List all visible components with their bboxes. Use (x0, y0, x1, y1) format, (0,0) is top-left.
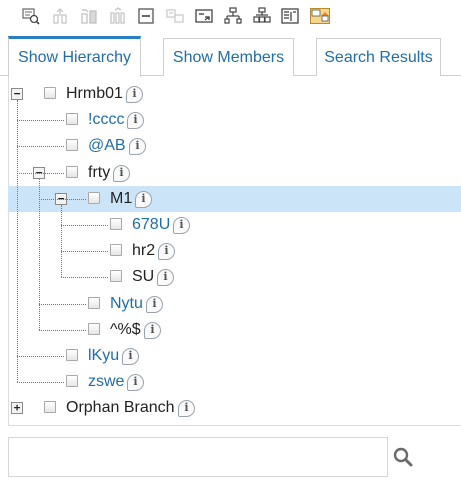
tree-row[interactable]: @AB i (8, 133, 461, 159)
tab-show-hierarchy[interactable]: Show Hierarchy (8, 36, 141, 77)
info-glyph: i (119, 165, 124, 179)
hierarchy-tree: − Hrmb01 i !cccc i @AB i − frty i − M1 i 678U i hr2 i SU i… (8, 76, 461, 426)
tree-node-label[interactable]: ^%$ (110, 321, 141, 339)
node-checkbox[interactable] (110, 218, 122, 230)
tree-connector (17, 100, 18, 383)
tree-row[interactable]: !cccc i (8, 107, 461, 133)
info-glyph: i (133, 375, 138, 389)
node-checkbox[interactable] (110, 270, 122, 283)
tree-border-bottom (8, 425, 461, 426)
info-icon[interactable]: i (158, 243, 175, 261)
info-icon[interactable]: i (135, 190, 152, 208)
tree-node-label[interactable]: hr2 (132, 242, 155, 260)
info-icon[interactable]: i (146, 295, 163, 313)
move-down-icon[interactable] (109, 7, 127, 25)
tree-row[interactable]: + Orphan Branch i (8, 395, 461, 421)
tree-node-label[interactable]: SU (132, 268, 154, 286)
zoom-tree-icon[interactable] (22, 7, 40, 25)
tree-connector (61, 251, 108, 253)
tree-connector (17, 356, 64, 357)
tree-node-label[interactable]: Hrmb01 (66, 85, 123, 103)
move-in-icon[interactable] (80, 7, 98, 25)
node-checkbox[interactable] (110, 244, 122, 257)
info-icon[interactable]: i (173, 217, 190, 234)
tree-connector (61, 277, 108, 279)
tree-connector (17, 172, 64, 174)
tab-bar: Show Hierarchy Show Members Search Resul… (0, 36, 461, 77)
expand-toggle[interactable]: + (11, 402, 23, 415)
info-icon[interactable]: i (113, 164, 130, 182)
expand-disabled-icon[interactable] (166, 7, 184, 25)
collapse-toggle[interactable]: − (11, 88, 23, 100)
info-glyph: i (133, 113, 138, 127)
tree-node-label[interactable]: !cccc (88, 111, 124, 129)
tree-node-label[interactable]: frty (88, 164, 110, 182)
info-icon[interactable]: i (129, 138, 146, 156)
tree-connector (39, 303, 86, 305)
tree-row[interactable]: zswe i (8, 369, 461, 395)
node-checkbox[interactable] (66, 139, 78, 152)
move-up-icon[interactable] (51, 7, 69, 25)
info-glyph: i (184, 401, 189, 415)
tree-node-label[interactable]: 678U (132, 216, 170, 234)
tree-connector (39, 178, 40, 330)
tree-connector (61, 204, 62, 278)
info-icon[interactable]: i (126, 86, 143, 103)
info-glyph: i (135, 139, 140, 153)
info-glyph: i (152, 296, 157, 310)
tree-node-label[interactable]: @AB (88, 137, 126, 155)
tree-node-label[interactable]: zswe (88, 373, 124, 391)
info-icon[interactable]: i (144, 321, 161, 339)
tree-connector (17, 146, 64, 148)
node-checkbox[interactable] (44, 87, 56, 99)
info-glyph: i (141, 191, 146, 205)
tree-connector (17, 120, 64, 122)
node-checkbox[interactable] (66, 113, 78, 126)
info-icon[interactable]: i (157, 269, 174, 287)
info-icon[interactable]: i (127, 112, 144, 130)
tree-connector (17, 382, 64, 384)
info-icon[interactable]: i (127, 374, 144, 392)
toolbar (0, 0, 461, 36)
org-chart-icon[interactable] (253, 7, 271, 25)
home-highlight-icon[interactable] (310, 7, 330, 25)
node-checkbox[interactable] (66, 165, 78, 178)
info-glyph: i (132, 87, 137, 100)
search-icon[interactable] (392, 446, 414, 468)
info-glyph: i (128, 349, 133, 362)
info-icon[interactable]: i (122, 348, 139, 365)
tree-row[interactable]: lKyu i (8, 343, 461, 369)
expand-window-icon[interactable] (195, 7, 213, 25)
collapse-icon[interactable] (137, 7, 155, 25)
tree-row[interactable]: − frty i (8, 160, 461, 186)
info-glyph: i (164, 244, 169, 258)
tree-connector (39, 198, 86, 200)
node-checkbox[interactable] (88, 191, 100, 204)
info-glyph: i (150, 322, 155, 336)
node-checkbox[interactable] (88, 322, 100, 335)
info-icon[interactable]: i (178, 400, 195, 418)
tab-show-members[interactable]: Show Members (163, 38, 294, 76)
tree-connector (39, 329, 86, 331)
tree-node-label[interactable]: Nytu (110, 295, 143, 313)
tree-node-label[interactable]: lKyu (88, 347, 119, 365)
node-checkbox[interactable] (88, 296, 100, 309)
details-list-icon[interactable] (281, 7, 299, 25)
hierarchy-icon[interactable] (224, 7, 242, 25)
node-checkbox[interactable] (66, 375, 78, 388)
tree-node-label[interactable]: Orphan Branch (66, 399, 175, 417)
info-glyph: i (163, 270, 168, 284)
tree-node-label[interactable]: M1 (110, 190, 132, 208)
node-checkbox[interactable] (66, 349, 78, 361)
tree-connector (61, 225, 108, 226)
node-checkbox[interactable] (44, 401, 56, 414)
tree-row[interactable]: − Hrmb01 i (8, 81, 461, 107)
search-input[interactable] (8, 437, 388, 477)
tab-search-results[interactable]: Search Results (316, 38, 441, 76)
info-glyph: i (179, 218, 184, 231)
